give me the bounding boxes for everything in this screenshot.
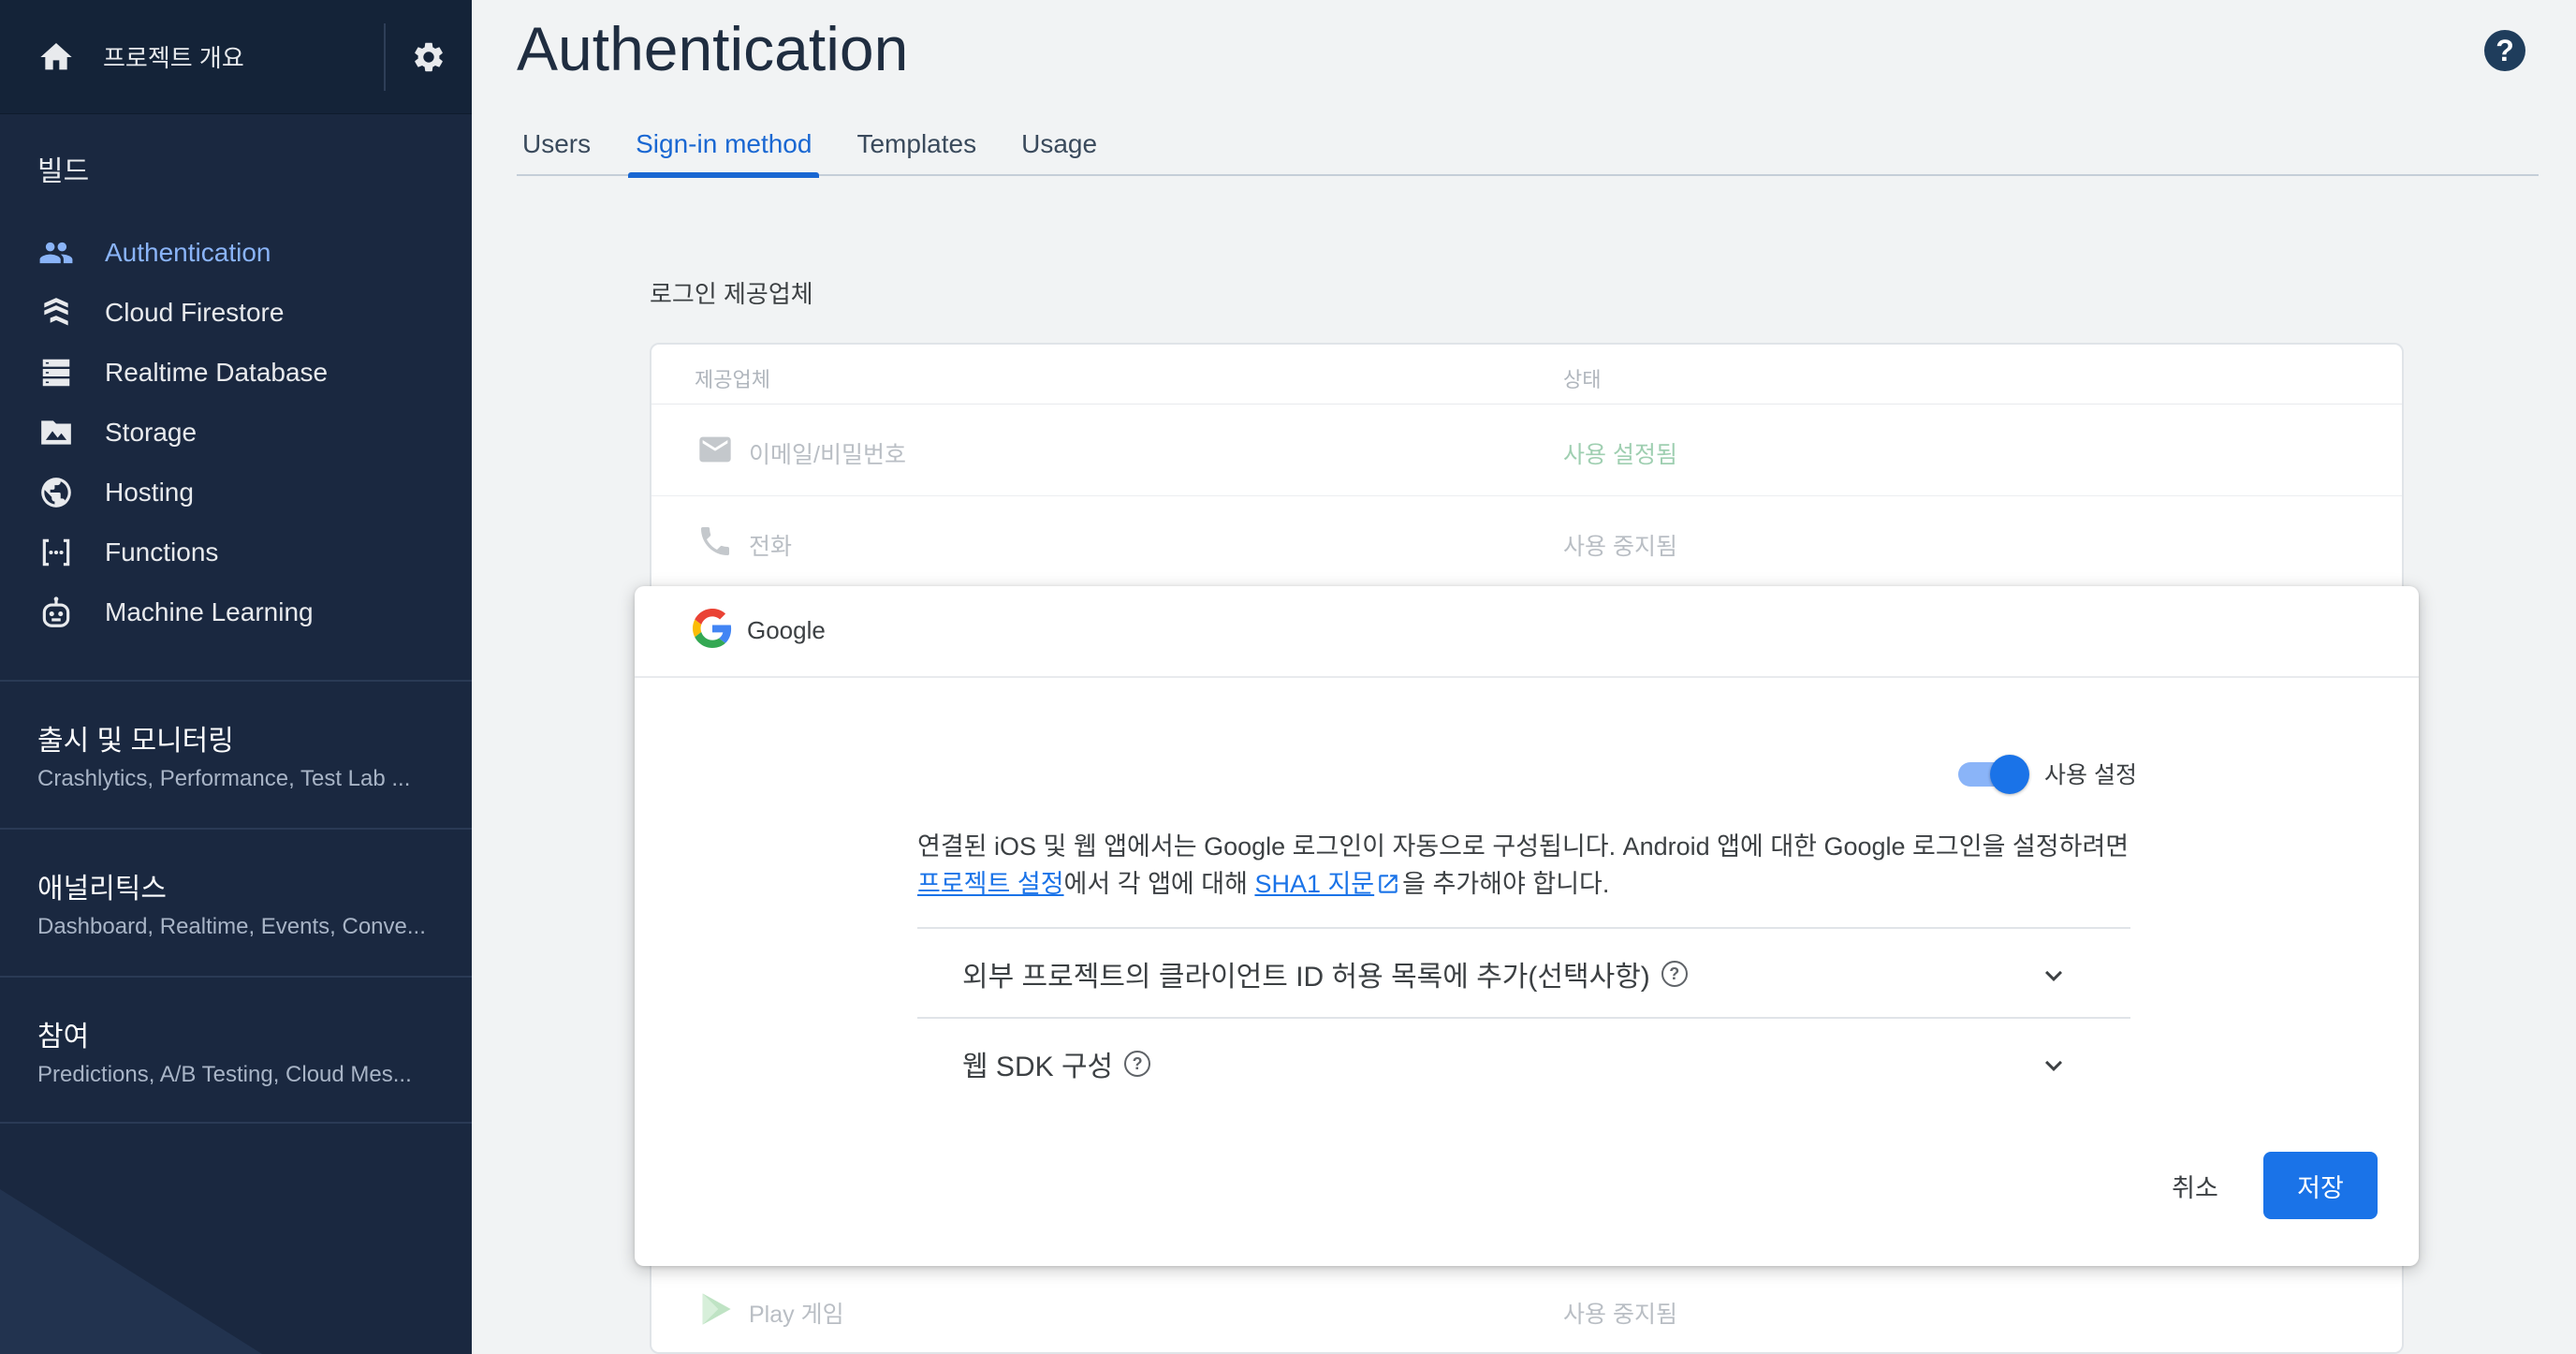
group-subtitle: Predictions, A/B Testing, Cloud Mes... — [37, 1062, 412, 1087]
sidebar-group-release-monitoring[interactable]: 출시 및 모니터링 Crashlytics, Performance, Test… — [0, 680, 472, 828]
people-icon — [37, 234, 75, 272]
gear-icon — [415, 42, 443, 71]
build-section-title: 빌드 — [37, 156, 90, 187]
provider-status: 사용 설정됨 — [1563, 442, 1677, 468]
toggle-knob — [1990, 755, 2029, 794]
tab-sign-in-method[interactable]: Sign-in method — [613, 112, 834, 178]
page-title: Authentication — [517, 14, 909, 83]
help-circle-icon[interactable]: ? — [1124, 1051, 1151, 1077]
toggle-label: 사용 설정 — [2044, 762, 2137, 788]
robot-icon — [37, 594, 75, 631]
sidebar-item-label: Machine Learning — [105, 597, 314, 626]
provider-status: 사용 중지됨 — [1563, 534, 1677, 560]
save-button[interactable]: 저장 — [2263, 1152, 2378, 1219]
decorative-shape — [0, 1189, 262, 1354]
enable-toggle[interactable]: 사용 설정 — [1958, 755, 2137, 794]
dialog-header: Google — [635, 586, 2419, 678]
group-subtitle: Dashboard, Realtime, Events, Conve... — [37, 914, 426, 939]
accordion-client-id-whitelist[interactable]: 외부 프로젝트의 클라이언트 ID 허용 목록에 추가(선택사항)? — [917, 927, 2130, 1017]
sidebar-item-label: Storage — [105, 418, 198, 447]
sidebar-item-realtime-database[interactable]: Realtime Database — [0, 343, 472, 403]
phone-icon — [701, 527, 729, 555]
sidebar-item-label: Realtime Database — [105, 358, 329, 387]
sidebar-item-storage[interactable]: Storage — [0, 403, 472, 463]
toggle-switch[interactable] — [1958, 755, 2029, 794]
desc-text: 을 추가해야 합니다. — [1402, 870, 1610, 898]
dialog-provider-name: Google — [747, 616, 826, 644]
sidebar-item-label: Functions — [105, 537, 219, 567]
provider-status: 사용 중지됨 — [1563, 1302, 1677, 1328]
column-header-provider: 제공업체 — [695, 368, 770, 391]
google-provider-dialog: Google 사용 설정 연결된 iOS 및 웹 앱에서는 Google 로그인… — [635, 586, 2419, 1266]
column-header-status: 상태 — [1563, 368, 1602, 391]
help-icon[interactable]: ? — [2484, 30, 2525, 71]
tab-bar: Users Sign-in method Templates Usage — [517, 112, 2539, 178]
chevron-down-icon[interactable] — [2037, 1049, 2071, 1082]
sidebar-item-machine-learning[interactable]: Machine Learning — [0, 582, 472, 642]
provider-name: 전화 — [749, 534, 793, 560]
provider-name: 이메일/비밀번호 — [749, 442, 906, 468]
tab-users[interactable]: Users — [517, 112, 613, 176]
settings-button[interactable] — [386, 0, 472, 114]
table-row-email[interactable]: 이메일/비밀번호 사용 설정됨 — [651, 405, 2402, 496]
main-content: Authentication ? Users Sign-in method Te… — [472, 0, 2576, 1354]
group-title: 출시 및 모니터링 — [37, 726, 234, 757]
group-title: 애널리틱스 — [37, 874, 167, 905]
provider-name: Play 게임 — [749, 1302, 844, 1328]
project-settings-link[interactable]: 프로젝트 설정 — [917, 870, 1064, 898]
accordion-label: 웹 SDK 구성 — [962, 1052, 1114, 1082]
sidebar: 프로젝트 개요 빌드 Authentication Cloud Firestor… — [0, 0, 472, 1354]
functions-icon — [37, 534, 75, 571]
image-icon — [37, 414, 75, 451]
tab-templates[interactable]: Templates — [834, 112, 999, 176]
dialog-description: 연결된 iOS 및 웹 앱에서는 Google 로그인이 자동으로 구성됩니다.… — [917, 828, 2144, 903]
external-link-icon[interactable] — [1376, 872, 1400, 896]
accordion-title: 외부 프로젝트의 클라이언트 ID 허용 목록에 추가(선택사항)? — [962, 953, 1688, 994]
help-circle-icon[interactable]: ? — [1661, 961, 1688, 987]
cancel-button[interactable]: 취소 — [2144, 1152, 2247, 1219]
group-title: 참여 — [37, 1022, 90, 1052]
sidebar-item-label: Cloud Firestore — [105, 298, 285, 327]
database-icon — [37, 354, 75, 391]
globe-icon — [37, 474, 75, 511]
accordion-web-sdk-config[interactable]: 웹 SDK 구성? — [917, 1017, 2130, 1107]
play-games-icon — [702, 1293, 731, 1325]
sidebar-header: 프로젝트 개요 — [0, 0, 472, 114]
table-row-phone[interactable]: 전화 사용 중지됨 — [651, 496, 2402, 588]
google-logo-icon — [693, 609, 732, 648]
sidebar-item-hosting[interactable]: Hosting — [0, 463, 472, 522]
desc-text: 에서 각 앱에 대해 — [1063, 870, 1255, 898]
sidebar-group-analytics[interactable]: 애널리틱스 Dashboard, Realtime, Events, Conve… — [0, 828, 472, 976]
sidebar-item-authentication[interactable]: Authentication — [0, 223, 472, 283]
accordion-title: 웹 SDK 구성? — [962, 1043, 1151, 1084]
home-icon[interactable] — [37, 38, 75, 76]
group-subtitle: Crashlytics, Performance, Test Lab ... — [37, 766, 411, 791]
accordion-label: 외부 프로젝트의 클라이언트 ID 허용 목록에 추가(선택사항) — [962, 962, 1650, 993]
sidebar-item-cloud-firestore[interactable]: Cloud Firestore — [0, 283, 472, 343]
providers-section-title: 로그인 제공업체 — [650, 280, 813, 308]
project-overview-link[interactable]: 프로젝트 개요 — [103, 39, 384, 74]
sidebar-item-functions[interactable]: Functions — [0, 522, 472, 582]
sidebar-group-engage[interactable]: 참여 Predictions, A/B Testing, Cloud Mes..… — [0, 976, 472, 1124]
firestore-icon — [37, 294, 75, 331]
desc-text: 연결된 iOS 및 웹 앱에서는 Google 로그인이 자동으로 구성됩니다.… — [917, 832, 2130, 861]
sidebar-item-label: Hosting — [105, 478, 194, 507]
sidebar-item-label: Authentication — [105, 238, 271, 267]
mail-icon — [699, 436, 731, 463]
tab-usage[interactable]: Usage — [999, 112, 1120, 176]
sha1-fingerprint-link[interactable]: SHA1 지문 — [1254, 870, 1374, 898]
table-row-play-games[interactable]: Play 게임 사용 중지됨 — [651, 1264, 2402, 1354]
chevron-down-icon[interactable] — [2037, 959, 2071, 993]
table-header: 제공업체 상태 — [651, 345, 2402, 405]
